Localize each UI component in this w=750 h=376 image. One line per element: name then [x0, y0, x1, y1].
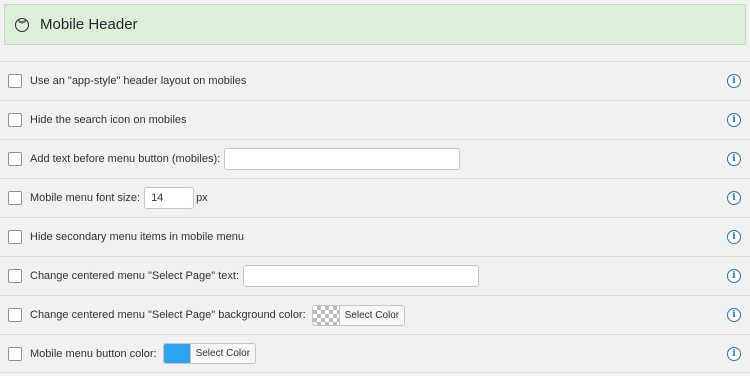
setting-label: Hide secondary menu items in mobile menu [30, 231, 244, 243]
setting-row-menu-font-size: Mobile menu font size: px i [0, 178, 750, 217]
menu-button-color-button[interactable]: Select Color [162, 343, 257, 364]
select-page-bg-color-button[interactable]: Select Color [311, 304, 406, 326]
setting-row-select-page-text: Change centered menu "Select Page" text:… [0, 256, 750, 295]
color-swatch[interactable] [312, 305, 339, 325]
select-page-text-input[interactable] [243, 265, 479, 287]
setting-row-menu-button-text: Add text before menu button (mobiles): i [0, 139, 750, 178]
info-icon[interactable]: i [727, 308, 741, 322]
menu-font-size-input[interactable] [144, 187, 195, 209]
setting-label: Add text before menu button (mobiles): [30, 153, 221, 165]
color-swatch[interactable] [163, 344, 190, 363]
setting-row-hide-search-icon: Hide the search icon on mobiles i [0, 100, 750, 139]
select-page-bg-color-checkbox[interactable] [8, 308, 22, 322]
menu-font-size-checkbox[interactable] [8, 191, 22, 205]
setting-label: Hide the search icon on mobiles [30, 114, 187, 126]
section-header[interactable]: ︾ Mobile Header [4, 4, 746, 45]
setting-row-menu-button-color: Mobile menu button color: Select Color i [0, 334, 750, 373]
select-color-label[interactable]: Select Color [189, 344, 256, 363]
hide-search-icon-checkbox[interactable] [8, 113, 22, 127]
setting-row-app-style-header: Use an "app-style" header layout on mobi… [0, 61, 750, 100]
info-icon[interactable]: i [727, 269, 741, 283]
info-icon[interactable]: i [727, 113, 741, 127]
setting-row-select-page-bg-color: Change centered menu "Select Page" backg… [0, 295, 750, 334]
menu-button-color-checkbox[interactable] [8, 346, 22, 361]
info-icon[interactable]: i [727, 152, 741, 166]
info-icon[interactable]: i [727, 230, 741, 244]
font-size-unit: px [196, 192, 208, 204]
settings-list: Use an "app-style" header layout on mobi… [0, 61, 750, 373]
setting-label: Mobile menu button color: [30, 347, 157, 360]
setting-label: Change centered menu "Select Page" backg… [30, 309, 306, 321]
select-page-text-checkbox[interactable] [8, 269, 22, 283]
select-color-label[interactable]: Select Color [338, 305, 405, 325]
info-icon[interactable]: i [727, 347, 741, 361]
hide-secondary-menu-checkbox[interactable] [8, 230, 22, 244]
chevron-double-down-icon[interactable]: ︾ [15, 17, 29, 32]
setting-label: Mobile menu font size: [30, 192, 141, 204]
setting-label: Change centered menu "Select Page" text: [30, 270, 239, 282]
app-style-header-checkbox[interactable] [8, 74, 22, 88]
menu-button-text-input[interactable] [224, 148, 461, 170]
setting-label: Use an "app-style" header layout on mobi… [30, 75, 247, 87]
setting-row-hide-secondary-menu: Hide secondary menu items in mobile menu… [0, 217, 750, 256]
info-icon[interactable]: i [727, 74, 741, 88]
menu-button-text-checkbox[interactable] [8, 152, 22, 166]
section-title: Mobile Header [40, 16, 138, 33]
info-icon[interactable]: i [727, 191, 741, 205]
